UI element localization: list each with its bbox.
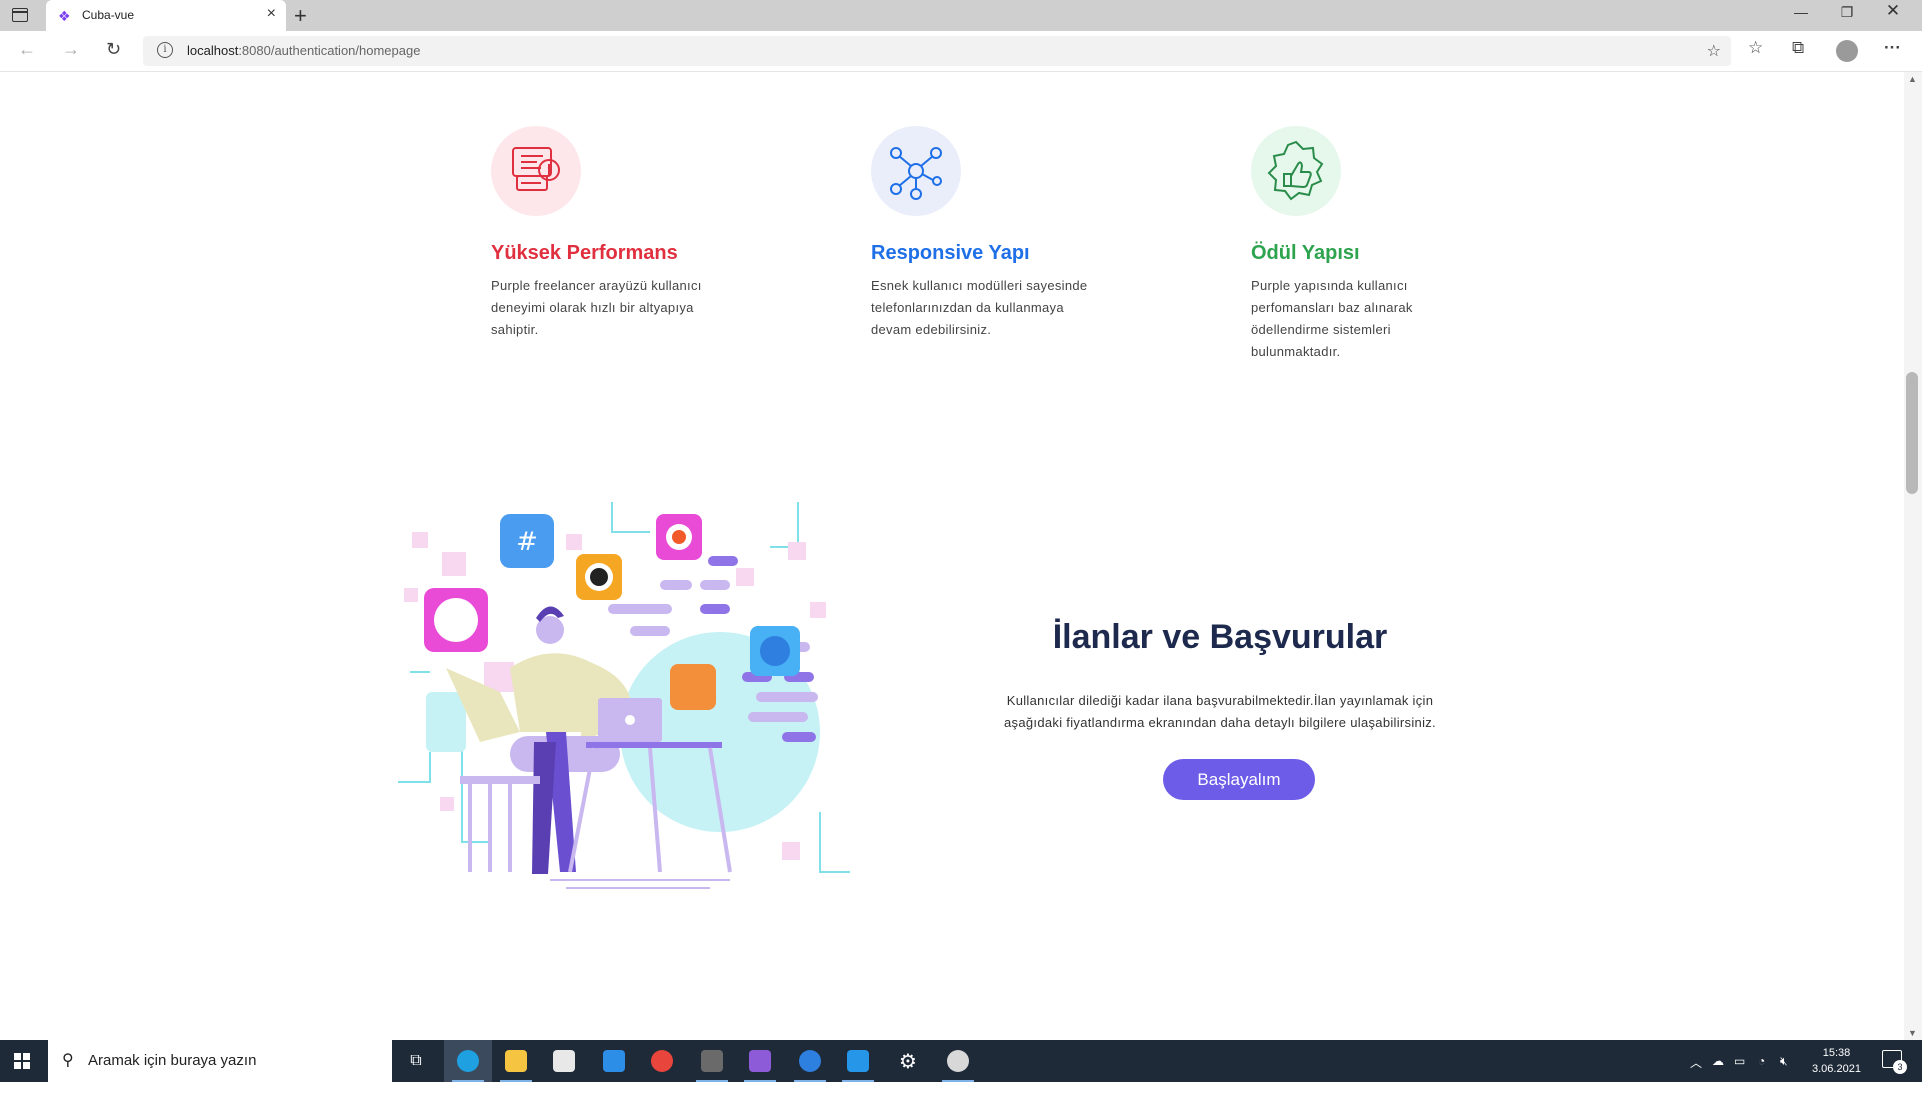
settings-gear-icon[interactable]: ⚙	[884, 1040, 932, 1082]
battery-icon[interactable]: ▭	[1734, 1054, 1745, 1068]
new-tab-icon[interactable]: +	[294, 3, 307, 29]
sourcetree-icon[interactable]	[786, 1040, 834, 1082]
award-badge-icon	[1251, 126, 1341, 216]
developer-illustration: #	[390, 492, 850, 917]
feature-description: Esnek kullanıcı modülleri sayesinde tele…	[871, 278, 1088, 337]
svg-text:#: #	[516, 527, 538, 557]
onedrive-icon[interactable]: ☁	[1712, 1054, 1724, 1068]
window-close-icon[interactable]: ✕	[1870, 1, 1916, 21]
scroll-thumb[interactable]	[1906, 372, 1918, 494]
feature-card-award: Ödül Yapısı Purple yapısında kullanıcı p…	[1251, 126, 1511, 363]
chrome-icon[interactable]	[638, 1040, 686, 1082]
refresh-icon[interactable]: ↻	[106, 39, 121, 60]
search-icon: ⚲	[62, 1052, 74, 1069]
profile-avatar[interactable]	[1836, 40, 1858, 62]
scroll-up-icon[interactable]: ▲	[1908, 74, 1917, 84]
scroll-down-icon[interactable]: ▼	[1908, 1028, 1917, 1038]
task-view-icon[interactable]: ⧉	[392, 1040, 440, 1082]
volume-muted-icon[interactable]: 🔇︎	[1780, 1054, 1788, 1069]
back-icon[interactable]: ←	[18, 39, 36, 60]
wifi-icon[interactable]: ◔	[1758, 1054, 1765, 1068]
feature-card-performance: Yüksek Performans Purple freelancer aray…	[491, 126, 751, 341]
site-info-icon[interactable]: i	[157, 42, 173, 58]
collections-icon[interactable]: ⧉	[1792, 38, 1804, 58]
browser-tab-bar: ❖ Cuba-vue × + — ❐ ✕	[0, 0, 1922, 31]
restore-icon[interactable]: ❐	[1824, 4, 1870, 21]
feature-title: Responsive Yapı	[871, 242, 1030, 264]
forward-icon[interactable]: →	[62, 39, 80, 60]
server-speed-icon	[491, 126, 581, 216]
more-menu-icon[interactable]: ···	[1884, 38, 1901, 58]
network-nodes-icon	[871, 126, 961, 216]
snipping-tool-icon[interactable]	[688, 1040, 736, 1082]
store-icon[interactable]	[540, 1040, 588, 1082]
tab-actions-icon[interactable]	[12, 8, 28, 22]
mail-icon[interactable]	[590, 1040, 638, 1082]
browser-tab-active[interactable]: ❖ Cuba-vue ×	[46, 0, 286, 31]
show-hidden-icons-icon[interactable]: ︿	[1690, 1054, 1702, 1071]
feature-description: Purple yapısında kullanıcı perfomansları…	[1251, 278, 1413, 359]
close-tab-icon[interactable]: ×	[267, 5, 276, 23]
minimize-icon[interactable]: —	[1778, 4, 1824, 20]
favicon-icon: ❖	[58, 8, 71, 24]
feature-description: Purple freelancer arayüzü kullanıcı dene…	[491, 278, 702, 337]
system-clock[interactable]: 15:38 3.06.2021	[1812, 1045, 1861, 1077]
add-favorite-icon[interactable]: ☆	[1707, 41, 1721, 61]
vscode-icon[interactable]	[834, 1040, 882, 1082]
favorites-icon[interactable]: ☆	[1748, 38, 1763, 58]
get-started-button[interactable]: Başlayalım	[1163, 759, 1315, 800]
paint-icon[interactable]	[934, 1040, 982, 1082]
feature-title: Yüksek Performans	[491, 242, 678, 264]
file-explorer-icon[interactable]	[492, 1040, 540, 1082]
notification-count-badge: 3	[1893, 1060, 1907, 1074]
taskbar-search[interactable]: ⚲ Aramak için buraya yazın	[48, 1040, 392, 1082]
windows-start-icon[interactable]	[14, 1053, 30, 1069]
edge-icon[interactable]	[444, 1040, 492, 1082]
address-toolbar: ← → ↻ i localhost:8080/authentication/ho…	[0, 31, 1922, 72]
desktop-margin	[0, 1082, 1922, 1102]
feature-title: Ödül Yapısı	[1251, 242, 1360, 264]
cta-heading: İlanlar ve Başvurular	[1052, 618, 1388, 656]
visual-studio-icon[interactable]	[736, 1040, 784, 1082]
windows-taskbar: ⚲ Aramak için buraya yazın ⧉ ⚙ ︿ ☁ ▭ ◔ 🔇…	[0, 1040, 1922, 1082]
url-bar[interactable]: i localhost:8080/authentication/homepage…	[143, 36, 1731, 66]
search-placeholder: Aramak için buraya yazın	[88, 1052, 257, 1069]
tab-title: Cuba-vue	[82, 8, 135, 22]
page-viewport: Yüksek Performans Purple freelancer aray…	[0, 72, 1904, 1040]
url-text[interactable]: localhost:8080/authentication/homepage	[187, 43, 420, 58]
feature-card-responsive: Responsive Yapı Esnek kullanıcı modüller…	[871, 126, 1131, 341]
page-scrollbar[interactable]	[1904, 72, 1922, 1040]
cta-description: Kullanıcılar dilediği kadar ilana başvur…	[1004, 693, 1436, 730]
